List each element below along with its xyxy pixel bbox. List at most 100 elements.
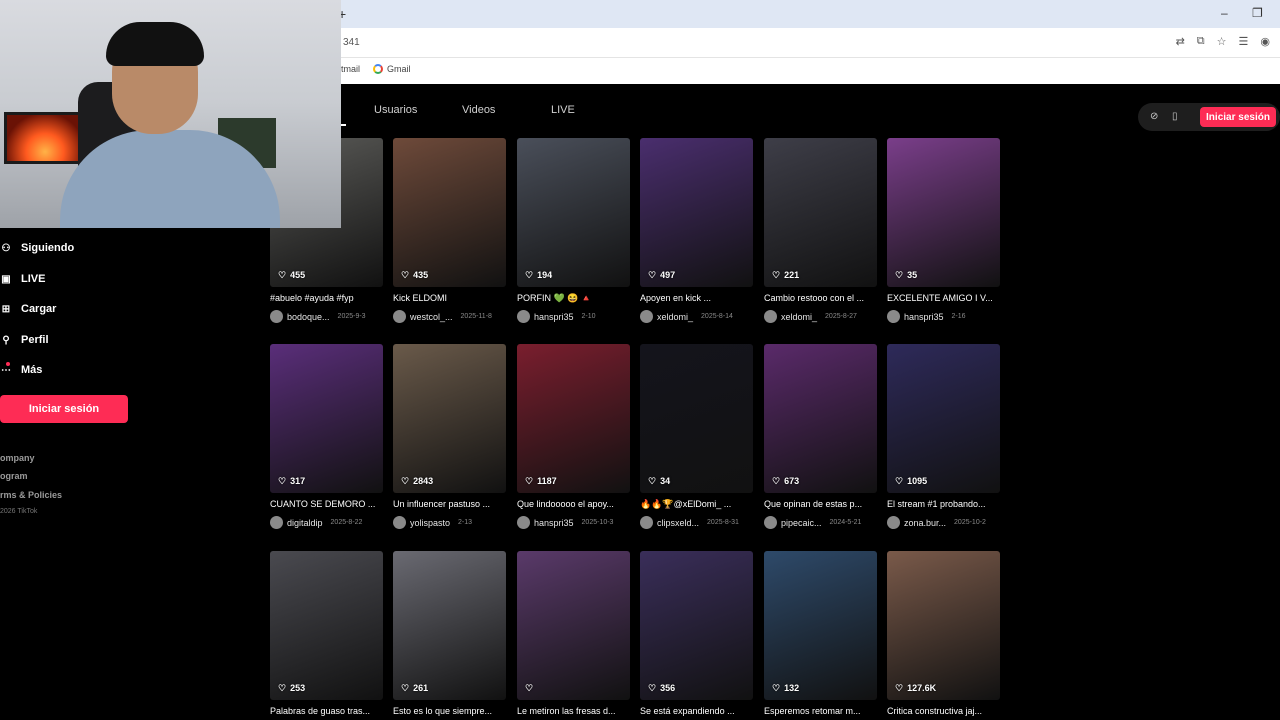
author-name[interactable]: hanspri35 [904, 312, 944, 322]
author-name[interactable]: bodoque... [287, 312, 330, 322]
avatar[interactable] [764, 516, 777, 529]
video-card[interactable]: ♡ 2843 Un influencer pastuso ... yolispasto… [393, 344, 506, 530]
video-caption[interactable]: PORFIN 💚 😆 🔺 [517, 293, 641, 304]
sidebar-item-siguiendo[interactable]: ⚇ Siguiendo [0, 238, 75, 258]
video-thumbnail[interactable] [270, 344, 383, 493]
author-name[interactable]: westcol_... [410, 312, 453, 322]
video-author[interactable]: hanspri35 2-16 [887, 310, 1011, 323]
video-thumbnail[interactable] [887, 138, 1000, 287]
footer-link-company[interactable]: ompany [0, 453, 35, 463]
video-card[interactable]: ♡ 35 EXCELENTE AMIGO I V... hanspri35 2-16 [887, 138, 1000, 324]
video-caption[interactable]: Esto es lo que siempre... [393, 706, 517, 716]
minimize-button[interactable]: – [1221, 6, 1228, 20]
author-name[interactable]: digitaldip [287, 518, 323, 528]
address-text[interactable]: 341 [343, 37, 360, 48]
video-card[interactable]: ♡ 261 Esto es lo que siempre... [393, 551, 506, 720]
video-thumbnail[interactable] [393, 344, 506, 493]
video-caption[interactable]: Cambio restooo con el ... [764, 293, 888, 303]
video-thumbnail[interactable] [517, 138, 630, 287]
video-caption[interactable]: Esperemos retomar m... [764, 706, 888, 716]
tab-videos[interactable]: Videos [462, 104, 495, 116]
video-caption[interactable]: CUANTO SE DEMORO ... [270, 499, 394, 509]
video-thumbnail[interactable] [640, 138, 753, 287]
video-thumbnail[interactable] [393, 551, 506, 700]
video-thumbnail[interactable] [517, 344, 630, 493]
avatar[interactable] [517, 516, 530, 529]
video-caption[interactable]: 🔥🔥🏆@xElDomi_ ... [640, 499, 764, 510]
video-card[interactable]: ♡ 127.6K Critica constructiva jaj... [887, 551, 1000, 720]
video-thumbnail[interactable] [764, 344, 877, 493]
video-card[interactable]: ♡ 1095 El stream #1 probando... zona.bur...… [887, 344, 1000, 530]
video-author[interactable]: digitaldip 2025-8-22 [270, 516, 394, 529]
avatar[interactable] [393, 310, 406, 323]
tab-search-icon[interactable]: ☰ [1239, 35, 1249, 48]
coin-icon[interactable]: ⊘ [1150, 111, 1158, 122]
login-button-top[interactable]: Iniciar sesión [1200, 107, 1276, 127]
avatar[interactable] [270, 516, 283, 529]
login-button-sidebar[interactable]: Iniciar sesión [0, 395, 128, 423]
video-thumbnail[interactable] [270, 551, 383, 700]
video-caption[interactable]: Le metiron las fresas d... [517, 706, 641, 716]
video-author[interactable]: bodoque... 2025-9-3 [270, 310, 394, 323]
author-name[interactable]: xeldomi_ [781, 312, 817, 322]
video-caption[interactable]: EXCELENTE AMIGO I V... [887, 293, 1011, 303]
author-name[interactable]: clipsxeld... [657, 518, 699, 528]
video-author[interactable]: xeldomi_ 2025-8-14 [640, 310, 764, 323]
author-name[interactable]: zona.bur... [904, 518, 946, 528]
video-author[interactable]: westcol_... 2025-11-8 [393, 310, 517, 323]
avatar[interactable] [640, 516, 653, 529]
video-card[interactable]: ♡ 221 Cambio restooo con el ... xeldomi_ 202… [764, 138, 877, 324]
avatar[interactable] [517, 310, 530, 323]
video-caption[interactable]: Un influencer pastuso ... [393, 499, 517, 509]
video-caption[interactable]: El stream #1 probando... [887, 499, 1011, 509]
video-author[interactable]: hanspri35 2-10 [517, 310, 641, 323]
bookmark-gmail[interactable]: Gmail [373, 64, 411, 74]
avatar[interactable] [270, 310, 283, 323]
video-author[interactable]: hanspri35 2025-10-3 [517, 516, 641, 529]
tab-usuarios[interactable]: Usuarios [374, 104, 417, 116]
video-card[interactable]: ♡ 1187 Que lindooooo el apoy... hanspri35 20… [517, 344, 630, 530]
video-author[interactable]: xeldomi_ 2025-8-27 [764, 310, 888, 323]
footer-link-program[interactable]: ogram [0, 471, 28, 481]
video-caption[interactable]: Que lindooooo el apoy... [517, 499, 641, 509]
video-card[interactable]: ♡ 34 🔥🔥🏆@xElDomi_ ... clipsxeld... 2025-8-31 [640, 344, 753, 530]
video-card[interactable]: ♡ 356 Se está expandiendo ... [640, 551, 753, 720]
video-card[interactable]: ♡ 435 Kick ELDOMI westcol_... 2025-11-8 [393, 138, 506, 324]
video-thumbnail[interactable] [887, 551, 1000, 700]
footer-link-terms[interactable]: rms & Policies [0, 490, 62, 500]
video-caption[interactable]: Palabras de guaso tras... [270, 706, 394, 716]
video-caption[interactable]: Apoyen en kick ... [640, 293, 764, 303]
bookmark-hotmail[interactable]: tmail [341, 64, 360, 74]
video-card[interactable]: ♡ 673 Que opinan de estas p... pipecaic... 2… [764, 344, 877, 530]
avatar[interactable] [887, 516, 900, 529]
cast-icon[interactable]: ⧉ [1197, 35, 1205, 48]
author-name[interactable]: hanspri35 [534, 312, 574, 322]
sidebar-item-live[interactable]: ▣ LIVE [0, 269, 45, 289]
avatar[interactable] [764, 310, 777, 323]
avatar[interactable] [887, 310, 900, 323]
video-card[interactable]: ♡ 132 Esperemos retomar m... [764, 551, 877, 720]
video-thumbnail[interactable] [640, 344, 753, 493]
video-caption[interactable]: #abuelo #ayuda #fyp [270, 293, 394, 303]
video-card[interactable]: ♡ 317 CUANTO SE DEMORO ... digitaldip 2025-8… [270, 344, 383, 530]
sidebar-item-perfil[interactable]: ⚲ Perfil [0, 330, 48, 350]
profile-icon[interactable]: ◉ [1260, 35, 1270, 48]
sidebar-item-cargar[interactable]: ⊞ Cargar [0, 299, 57, 319]
star-icon[interactable]: ☆ [1217, 35, 1227, 48]
author-name[interactable]: pipecaic... [781, 518, 822, 528]
video-card[interactable]: ♡ 253 Palabras de guaso tras... [270, 551, 383, 720]
phone-icon[interactable]: ▯ [1172, 111, 1178, 122]
video-card[interactable]: ♡ 194 PORFIN 💚 😆 🔺 hanspri35 2-10 [517, 138, 630, 324]
video-author[interactable]: zona.bur... 2025-10-2 [887, 516, 1011, 529]
video-author[interactable]: clipsxeld... 2025-8-31 [640, 516, 764, 529]
video-thumbnail[interactable] [393, 138, 506, 287]
video-caption[interactable]: Critica constructiva jaj... [887, 706, 1011, 716]
video-thumbnail[interactable] [887, 344, 1000, 493]
restore-button[interactable]: ❐ [1252, 6, 1263, 20]
video-author[interactable]: yolispasto 2-13 [393, 516, 517, 529]
author-name[interactable]: xeldomi_ [657, 312, 693, 322]
video-author[interactable]: pipecaic... 2024-5-21 [764, 516, 888, 529]
video-thumbnail[interactable] [517, 551, 630, 700]
video-caption[interactable]: Kick ELDOMI [393, 293, 517, 303]
avatar[interactable] [640, 310, 653, 323]
